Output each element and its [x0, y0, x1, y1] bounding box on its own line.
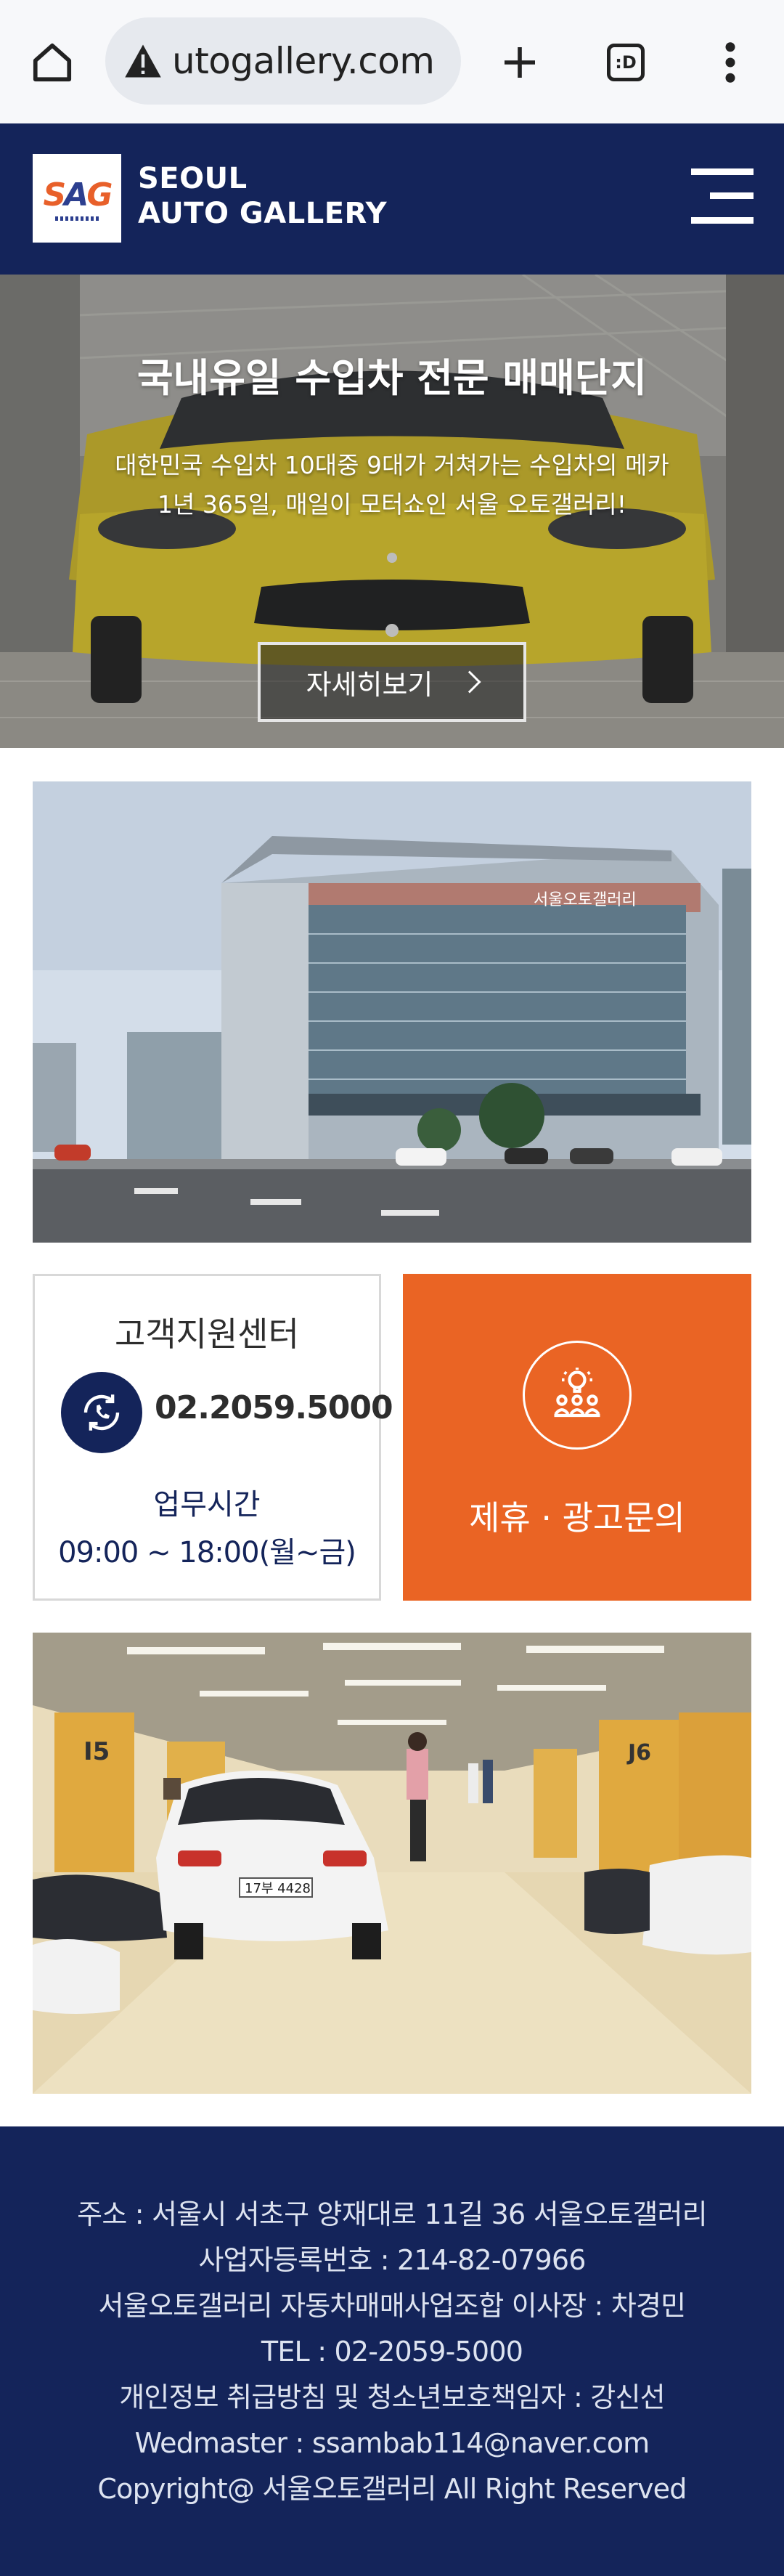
svg-text:J6: J6 — [626, 1740, 651, 1766]
new-tab-plus-icon[interactable] — [494, 36, 546, 89]
footer-info: 주소 : 서울시 서초구 양재대로 11길 36 서울오토갤러리 사업자등록번호… — [0, 2192, 784, 2512]
logo-text: SAG — [43, 176, 113, 214]
support-phone[interactable]: 02.2059.5000 — [155, 1389, 393, 1426]
support-title: 고객지원센터 — [115, 1315, 299, 1354]
view-details-button[interactable]: 자세히보기 — [258, 642, 526, 722]
svg-text:I5: I5 — [83, 1737, 110, 1766]
warning-icon[interactable] — [121, 39, 165, 83]
site-footer: 주소 : 서울시 서초구 양재대로 11길 36 서울오토갤러리 사업자등록번호… — [0, 2126, 784, 2576]
brand-name[interactable]: SEOUL AUTO GALLERY — [138, 161, 387, 231]
browser-toolbar: utogallery.com :D — [0, 0, 784, 123]
hero-subtitle-line-2: 1년 365일, 매일이 모터쇼인 서울 오토갤러리! — [158, 490, 626, 519]
hero-banner: 국내유일 수입차 전문 매매단지 대한민국 수입차 10대중 9대가 거쳐가는 … — [0, 275, 784, 748]
logo-strip — [55, 216, 99, 221]
building-image: 서울오토갤러리 — [33, 781, 751, 1243]
building-photo: 서울오토갤러리 — [33, 781, 751, 1243]
hero-title: 국내유일 수입차 전문 매매단지 — [136, 355, 648, 401]
chevron-right-icon — [458, 670, 481, 694]
footer-webmaster-email[interactable]: Wedmaster : ssambab114@naver.com — [0, 2421, 784, 2466]
hero-subtitle-line-1: 대한민국 수입차 10대중 9대가 거쳐가는 수입차의 메카 — [115, 451, 669, 479]
footer-tel[interactable]: TEL : 02-2059-5000 — [0, 2329, 784, 2375]
hero-subtitle: 대한민국 수입차 10대중 9대가 거쳐가는 수입차의 메카 1년 365일, … — [0, 446, 784, 524]
tab-switcher-label: :D — [607, 44, 645, 81]
business-hours-value: 09:00 ~ 18:00(월~금) — [58, 1536, 356, 1569]
building-sign: 서울오토갤러리 — [534, 891, 637, 909]
partnership-icon — [523, 1341, 632, 1450]
url-text: utogallery.com — [172, 40, 435, 82]
footer-chairman: 서울오토갤러리 자동차매매사업조합 이사장 : 차경민 — [98, 2290, 686, 2322]
home-icon[interactable] — [26, 36, 78, 89]
footer-copyright: Copyright@ 서울오토갤러리 All Right Reserved — [97, 2473, 687, 2505]
hamburger-menu-icon[interactable] — [687, 163, 754, 229]
site-header: SAG SEOUL AUTO GALLERY — [0, 123, 784, 275]
phone-refresh-icon — [61, 1372, 142, 1453]
business-hours-label: 업무시간 — [153, 1488, 261, 1521]
footer-business-number: 사업자등록번호 : 214-82-07966 — [198, 2244, 586, 2276]
partnership-ad-inquiry-card[interactable]: 제휴 · 광고문의 — [403, 1274, 751, 1601]
showroom-image: I5 J6 17부 4428 — [33, 1633, 751, 2094]
more-menu-icon[interactable] — [704, 36, 756, 89]
sag-logo[interactable]: SAG — [33, 154, 121, 243]
partnership-label: 제휴 · 광고문의 — [469, 1498, 685, 1537]
showroom-photo: I5 J6 17부 4428 — [33, 1633, 751, 2094]
view-details-label: 자세히보기 — [306, 668, 433, 701]
footer-privacy-officer: 개인정보 취급방침 및 청소년보호책임자 : 강신선 — [119, 2381, 665, 2413]
address-bar[interactable]: utogallery.com — [105, 17, 461, 105]
customer-support-card[interactable]: 고객지원센터 02.2059.5000 업무시간 09:00 ~ 18:00(월… — [33, 1274, 393, 1601]
brand-line-1: SEOUL — [138, 162, 248, 195]
footer-address: 주소 : 서울시 서초구 양재대로 11길 36 서울오토갤러리 — [77, 2198, 707, 2230]
brand-line-2: AUTO GALLERY — [138, 197, 388, 230]
license-plate: 17부 4428 — [245, 1881, 311, 1896]
tab-switcher-button[interactable]: :D — [600, 36, 652, 89]
